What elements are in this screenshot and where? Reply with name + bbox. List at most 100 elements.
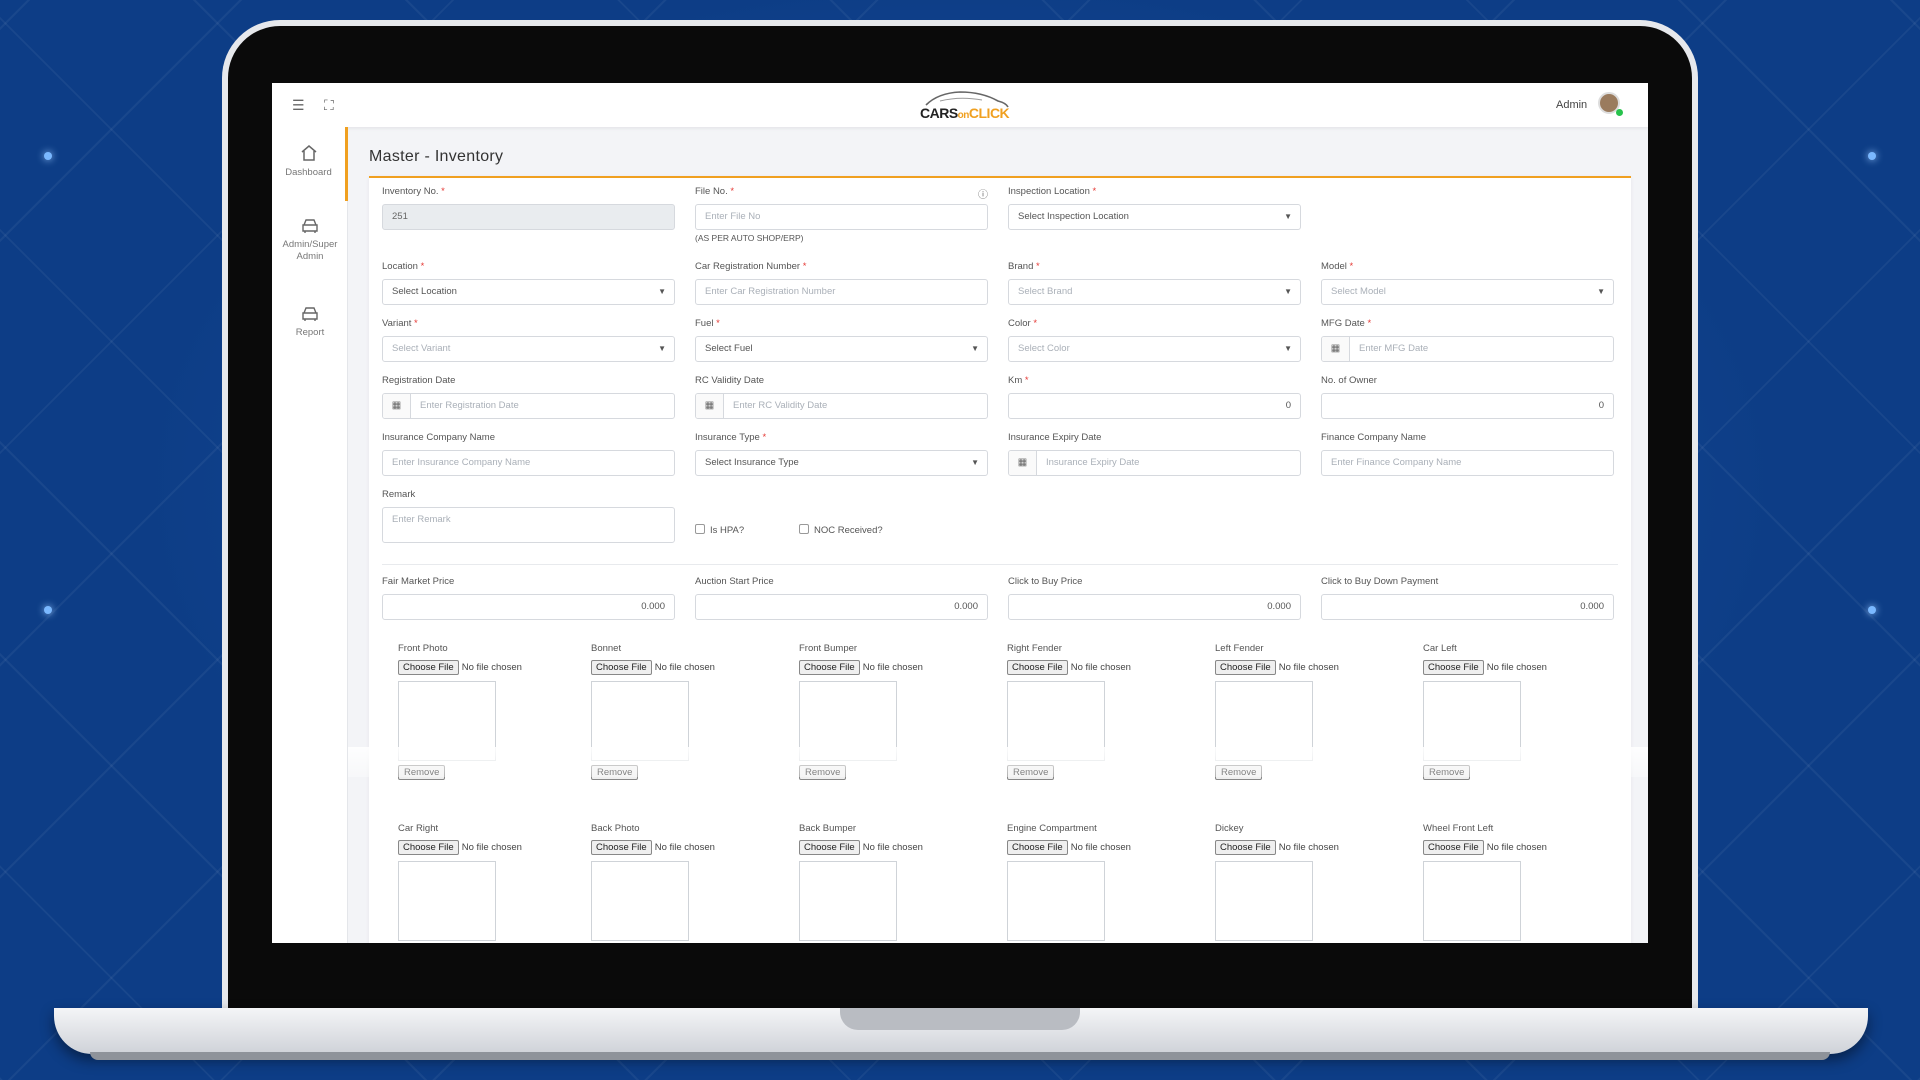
photo-preview: [1423, 861, 1521, 941]
choose-file-button[interactable]: Choose File: [1007, 660, 1068, 675]
insurance-expiry-input[interactable]: ▦ Insurance Expiry Date: [1008, 450, 1301, 476]
no-file-text: No file chosen: [1070, 842, 1131, 853]
fair-market-price-field: Fair Market Price 0.000: [382, 576, 675, 620]
photo-upload-back-photo: Back Photo Choose File No file chosen: [591, 823, 715, 941]
registration-date-input[interactable]: ▦ Enter Registration Date: [382, 393, 675, 419]
field-label: Auction Start Price: [695, 576, 774, 587]
choose-file-button[interactable]: Choose File: [1215, 660, 1276, 675]
rc-validity-date-field: RC Validity Date ▦ Enter RC Validity Date: [695, 375, 988, 419]
section-divider: [382, 564, 1618, 565]
field-label: Finance Company Name: [1321, 432, 1427, 443]
no-file-text: No file chosen: [1278, 662, 1339, 673]
photo-label: Left Fender: [1215, 643, 1264, 654]
choose-file-button[interactable]: Choose File: [799, 660, 860, 675]
photo-preview: [1007, 681, 1105, 761]
insurance-type-field: Insurance Type * Select Insurance Type ▼: [695, 432, 988, 476]
field-label: Km *: [1008, 375, 1029, 386]
photo-label: Back Photo: [591, 823, 640, 834]
sidebar-item-label: Report: [295, 327, 325, 338]
background-dot: [1868, 152, 1876, 160]
field-label: Registration Date: [382, 375, 456, 386]
brand-select[interactable]: Select Brand ▼: [1008, 279, 1301, 305]
top-bar: ☰ ⛶ CARSonCLICK Admin: [272, 83, 1648, 127]
remove-button[interactable]: Remove: [398, 765, 446, 780]
no-file-text: No file chosen: [461, 842, 522, 853]
laptop-notch: [840, 1008, 1080, 1030]
fuel-select[interactable]: Select Fuel ▼: [695, 336, 988, 362]
field-label: Insurance Expiry Date: [1008, 432, 1102, 443]
car-registration-input[interactable]: Enter Car Registration Number: [695, 279, 988, 305]
sidebar-item-report[interactable]: Report: [272, 301, 348, 351]
no-of-owner-input[interactable]: 0: [1321, 393, 1614, 419]
insurance-company-field: Insurance Company Name Enter Insurance C…: [382, 432, 675, 476]
logo-part-cars: CARS: [920, 105, 958, 121]
remove-button[interactable]: Remove: [1423, 765, 1471, 780]
remove-button[interactable]: Remove: [591, 765, 639, 780]
click-to-buy-price-input[interactable]: 0.000: [1008, 594, 1301, 620]
photo-label: Front Bumper: [799, 643, 858, 654]
variant-select[interactable]: Select Variant ▼: [382, 336, 675, 362]
remove-button[interactable]: Remove: [1007, 765, 1055, 780]
photo-upload-car-right: Car Right Choose File No file chosen: [398, 823, 522, 941]
file-no-field: File No. * ⓘ Enter File No (AS PER AUTO …: [695, 186, 988, 243]
brand-logo[interactable]: CARSonCLICK: [920, 105, 1010, 121]
no-file-text: No file chosen: [461, 662, 522, 673]
field-label: Inspection Location *: [1008, 186, 1097, 197]
sidebar-item-dashboard[interactable]: Dashboard: [272, 127, 348, 201]
remark-textarea[interactable]: Enter Remark: [382, 507, 675, 543]
chevron-down-icon: ▼: [971, 344, 979, 353]
inventory-form-card: Inventory No. * 251 File No. * ⓘ Enter F…: [369, 176, 1631, 943]
remove-button[interactable]: Remove: [1215, 765, 1263, 780]
chevron-down-icon: ▼: [1284, 212, 1292, 221]
remove-button[interactable]: Remove: [799, 765, 847, 780]
admin-username[interactable]: Admin: [1556, 99, 1587, 111]
field-label: File No. *: [695, 186, 735, 197]
inspection-location-select[interactable]: Select Inspection Location ▼: [1008, 204, 1301, 230]
choose-file-button[interactable]: Choose File: [398, 840, 459, 855]
insurance-type-select[interactable]: Select Insurance Type ▼: [695, 450, 988, 476]
is-hpa-checkbox[interactable]: Is HPA?: [695, 524, 744, 536]
click-to-buy-price-field: Click to Buy Price 0.000: [1008, 576, 1301, 620]
auction-start-price-input[interactable]: 0.000: [695, 594, 988, 620]
field-label: Location *: [382, 261, 425, 272]
photo-label: Dickey: [1215, 823, 1244, 834]
photo-label: Right Fender: [1007, 643, 1062, 654]
choose-file-button[interactable]: Choose File: [591, 660, 652, 675]
page-title: Master - Inventory: [369, 148, 504, 165]
finance-company-input[interactable]: Enter Finance Company Name: [1321, 450, 1614, 476]
choose-file-button[interactable]: Choose File: [799, 840, 860, 855]
choose-file-button[interactable]: Choose File: [1007, 840, 1068, 855]
photo-label: Engine Compartment: [1007, 823, 1097, 834]
color-field: Color * Select Color ▼: [1008, 318, 1301, 362]
field-label: Fuel *: [695, 318, 720, 329]
choose-file-button[interactable]: Choose File: [1423, 840, 1484, 855]
photo-upload-dickey: Dickey Choose File No file chosen: [1215, 823, 1339, 941]
photo-label: Back Bumper: [799, 823, 857, 834]
car-registration-field: Car Registration Number * Enter Car Regi…: [695, 261, 988, 305]
fullscreen-icon[interactable]: ⛶: [324, 97, 334, 114]
noc-received-checkbox[interactable]: NOC Received?: [799, 524, 883, 536]
no-file-text: No file chosen: [862, 842, 923, 853]
click-to-buy-down-payment-input[interactable]: 0.000: [1321, 594, 1614, 620]
help-icon[interactable]: ⓘ: [978, 186, 988, 201]
mfg-date-input[interactable]: ▦ Enter MFG Date: [1321, 336, 1614, 362]
sidebar-item-admin[interactable]: Admin/Super Admin: [272, 213, 348, 279]
sidebar-item-label: Dashboard: [285, 167, 332, 178]
km-input[interactable]: 0: [1008, 393, 1301, 419]
sidebar-item-label: Admin/Super Admin: [282, 239, 338, 262]
menu-icon[interactable]: ☰: [292, 97, 305, 114]
choose-file-button[interactable]: Choose File: [591, 840, 652, 855]
fair-market-price-input[interactable]: 0.000: [382, 594, 675, 620]
choose-file-button[interactable]: Choose File: [1423, 660, 1484, 675]
laptop-foot: [90, 1052, 1830, 1060]
insurance-company-input[interactable]: Enter Insurance Company Name: [382, 450, 675, 476]
choose-file-button[interactable]: Choose File: [1215, 840, 1276, 855]
rc-validity-date-input[interactable]: ▦ Enter RC Validity Date: [695, 393, 988, 419]
choose-file-button[interactable]: Choose File: [398, 660, 459, 675]
file-no-input[interactable]: Enter File No: [695, 204, 988, 230]
color-select[interactable]: Select Color ▼: [1008, 336, 1301, 362]
location-select[interactable]: Select Location ▼: [382, 279, 675, 305]
brand-field: Brand * Select Brand ▼: [1008, 261, 1301, 305]
model-select[interactable]: Select Model ▼: [1321, 279, 1614, 305]
background-dot: [44, 152, 52, 160]
